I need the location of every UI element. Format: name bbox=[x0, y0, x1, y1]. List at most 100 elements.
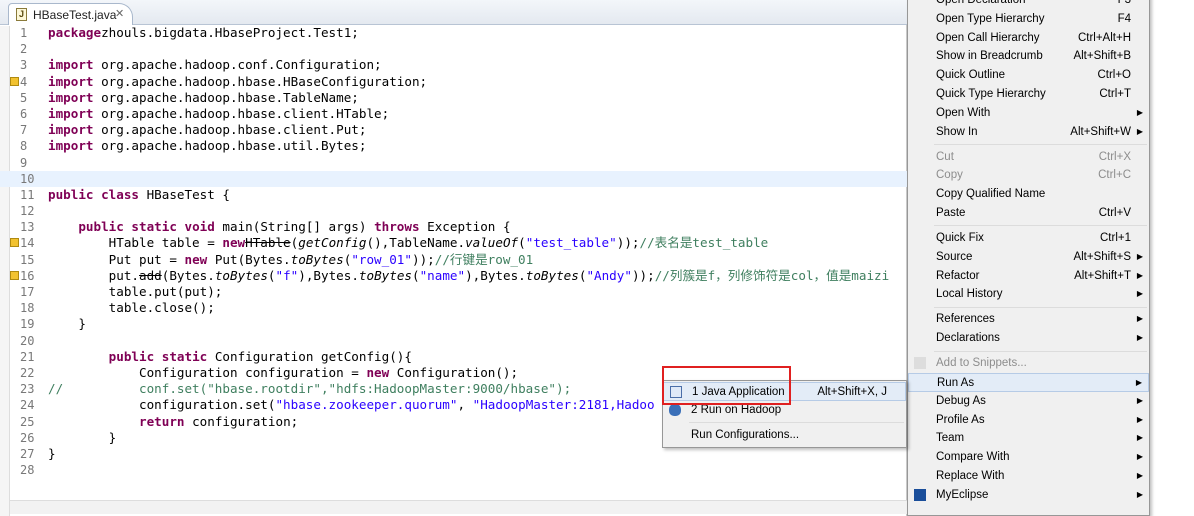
menu-item-run-as[interactable]: Run As ▶ bbox=[908, 373, 1149, 392]
code-token: } bbox=[48, 445, 56, 461]
code-token: "f" bbox=[275, 267, 299, 283]
code-line[interactable]: 1 packagezhouls.bigdata.HbaseProject.Test… bbox=[0, 25, 907, 41]
java-file-icon: J bbox=[16, 8, 27, 21]
highlight-annotation-box bbox=[662, 366, 791, 405]
menu-item-debug-as[interactable]: Debug As ▶ bbox=[908, 392, 1149, 411]
code-token: Put put = bbox=[48, 251, 185, 267]
code-line[interactable]: 28 bbox=[0, 462, 907, 478]
code-line[interactable]: 8 import org.apache.hadoop.hbase.util.Byt… bbox=[0, 138, 907, 154]
code-token: Put(Bytes. bbox=[207, 251, 291, 267]
warning-icon[interactable] bbox=[10, 76, 19, 86]
menu-item-quick-fix[interactable]: Quick Fix Ctrl+1 bbox=[908, 229, 1149, 248]
menu-item-label: Open Declaration bbox=[936, 0, 1026, 6]
menu-item-label: MyEclipse bbox=[936, 488, 989, 501]
code-line[interactable]: 3 import org.apache.hadoop.conf.Configura… bbox=[0, 57, 907, 73]
code-token: // conf.set("hbase.rootdir","hdfs:Hadoop… bbox=[48, 381, 572, 397]
menu-item-cut[interactable]: Cut Ctrl+X bbox=[908, 148, 1149, 167]
menu-item-label: Paste bbox=[936, 207, 966, 219]
code-token: HTable bbox=[245, 235, 291, 251]
warning-icon[interactable] bbox=[10, 238, 19, 248]
menu-item-refactor[interactable]: Refactor Alt+Shift+T ▶ bbox=[908, 267, 1149, 286]
code-line[interactable]: 12 bbox=[0, 203, 907, 219]
menu-item-myeclipse[interactable]: MyEclipse ▶ bbox=[908, 486, 1149, 505]
menu-item-references[interactable]: References ▶ bbox=[908, 310, 1149, 329]
menu-item-run-configurations[interactable]: Run Configurations... bbox=[663, 426, 906, 445]
line-text: import org.apache.hadoop.hbase.client.Pu… bbox=[48, 122, 366, 138]
warning-icon[interactable] bbox=[10, 270, 19, 280]
submenu-arrow-icon: ▶ bbox=[1136, 471, 1143, 480]
line-number: 12 bbox=[20, 204, 35, 219]
menu-item-open-call-hierarchy[interactable]: Open Call Hierarchy Ctrl+Alt+H bbox=[908, 29, 1149, 48]
code-token: //行键是row_01 bbox=[434, 251, 534, 267]
menu-item-quick-type-hierarchy[interactable]: Quick Type Hierarchy Ctrl+T bbox=[908, 85, 1149, 104]
menu-item-paste[interactable]: Paste Ctrl+V bbox=[908, 204, 1149, 223]
menu-item-replace-with[interactable]: Replace With ▶ bbox=[908, 467, 1149, 486]
code-line[interactable]: 16 put.add(Bytes.toBytes("f"),Bytes.toBy… bbox=[0, 268, 907, 284]
line-number: 14 bbox=[20, 236, 35, 251]
menu-item-team[interactable]: Team ▶ bbox=[908, 429, 1149, 448]
menu-item-open-with[interactable]: Open With ▶ bbox=[908, 104, 1149, 123]
menu-item-local-history[interactable]: Local History ▶ bbox=[908, 285, 1149, 304]
code-token: table.close(); bbox=[48, 300, 215, 316]
line-text: import org.apache.hadoop.hbase.util.Byte… bbox=[48, 138, 366, 154]
code-token: ),Bytes. bbox=[465, 267, 526, 283]
menu-separator bbox=[934, 306, 1147, 308]
line-number: 22 bbox=[20, 365, 35, 380]
submenu-arrow-icon: ▶ bbox=[1136, 107, 1143, 117]
code-token: valueOf bbox=[465, 235, 519, 251]
code-line[interactable]: 17 table.put(put); bbox=[0, 284, 907, 300]
menu-item-label: Open Type Hierarchy bbox=[936, 12, 1045, 25]
menu-item-open-declaration[interactable]: Open Declaration F3 bbox=[908, 0, 1149, 10]
close-icon[interactable]: ✕ bbox=[115, 7, 124, 20]
menu-item-show-in-breadcrumb[interactable]: Show in Breadcrumb Alt+Shift+B bbox=[908, 47, 1149, 66]
menu-item-shortcut: Ctrl+V bbox=[1098, 207, 1131, 219]
line-number: 25 bbox=[20, 414, 35, 429]
code-line[interactable]: 11 public class HBaseTest { bbox=[0, 187, 907, 203]
code-line[interactable]: 10 bbox=[0, 170, 907, 187]
submenu-arrow-icon: ▶ bbox=[1136, 433, 1143, 443]
line-number: 3 bbox=[20, 58, 28, 73]
menu-item-add-to-snippets[interactable]: Add to Snippets... bbox=[908, 354, 1149, 373]
line-number: 19 bbox=[20, 317, 35, 332]
code-token: ( bbox=[412, 267, 420, 283]
line-text: Put put = new Put(Bytes.toBytes("row_01"… bbox=[48, 251, 534, 268]
menu-item-open-type-hierarchy[interactable]: Open Type Hierarchy F4 bbox=[908, 10, 1149, 29]
code-line[interactable]: 14 HTable table = newHTable (getConfig(),… bbox=[0, 235, 907, 251]
horizontal-scrollbar[interactable] bbox=[10, 500, 907, 514]
menu-item-label: Cut bbox=[936, 150, 954, 163]
code-token: import bbox=[48, 122, 94, 138]
code-line[interactable]: 5 import org.apache.hadoop.hbase.TableNam… bbox=[0, 90, 907, 106]
line-number: 2 bbox=[20, 42, 28, 57]
code-token: import bbox=[48, 73, 94, 89]
menu-item-source[interactable]: Source Alt+Shift+S ▶ bbox=[908, 248, 1149, 267]
code-line[interactable]: 19 } bbox=[0, 316, 907, 332]
code-line[interactable]: 4 import org.apache.hadoop.hbase.HBaseCon… bbox=[0, 74, 907, 90]
menu-item-declarations[interactable]: Declarations ▶ bbox=[908, 329, 1149, 348]
submenu-arrow-icon: ▶ bbox=[1136, 452, 1143, 462]
code-line[interactable]: 2 bbox=[0, 41, 907, 57]
code-token: "HadoopMaster:2181,Hadoo bbox=[472, 397, 655, 413]
code-line[interactable]: 27} bbox=[0, 446, 907, 462]
menu-item-copy-qualified-name[interactable]: Copy Qualified Name bbox=[908, 185, 1149, 204]
line-number: 16 bbox=[20, 268, 35, 283]
menu-item-label: Compare With bbox=[936, 451, 1010, 464]
myeclipse-icon bbox=[914, 488, 926, 501]
menu-item-copy[interactable]: Copy Ctrl+C bbox=[908, 166, 1149, 185]
code-line[interactable]: 9 bbox=[0, 155, 907, 171]
code-token: ( bbox=[518, 235, 526, 251]
menu-item-compare-with[interactable]: Compare With ▶ bbox=[908, 448, 1149, 467]
code-line[interactable]: 21 public static Configuration getConfig… bbox=[0, 349, 907, 365]
code-line[interactable]: 6 import org.apache.hadoop.hbase.client.H… bbox=[0, 106, 907, 122]
code-line[interactable]: 18 table.close(); bbox=[0, 300, 907, 316]
menu-item-quick-outline[interactable]: Quick Outline Ctrl+O bbox=[908, 66, 1149, 85]
code-token: HTable table = bbox=[48, 235, 223, 251]
code-line[interactable]: 20 bbox=[0, 333, 907, 349]
line-number: 10 bbox=[20, 171, 35, 186]
code-line[interactable]: 15 Put put = new Put(Bytes.toBytes("row_… bbox=[0, 252, 907, 268]
code-line[interactable]: 7 import org.apache.hadoop.hbase.client.P… bbox=[0, 122, 907, 138]
menu-item-show-in[interactable]: Show In Alt+Shift+W ▶ bbox=[908, 123, 1149, 142]
line-number: 4 bbox=[20, 74, 28, 89]
code-line[interactable]: 13 public static void main(String[] args… bbox=[0, 219, 907, 235]
menu-item-profile-as[interactable]: Profile As ▶ bbox=[908, 411, 1149, 430]
tab-hbasetest-java[interactable]: J HBaseTest.java ✕ bbox=[8, 3, 133, 25]
